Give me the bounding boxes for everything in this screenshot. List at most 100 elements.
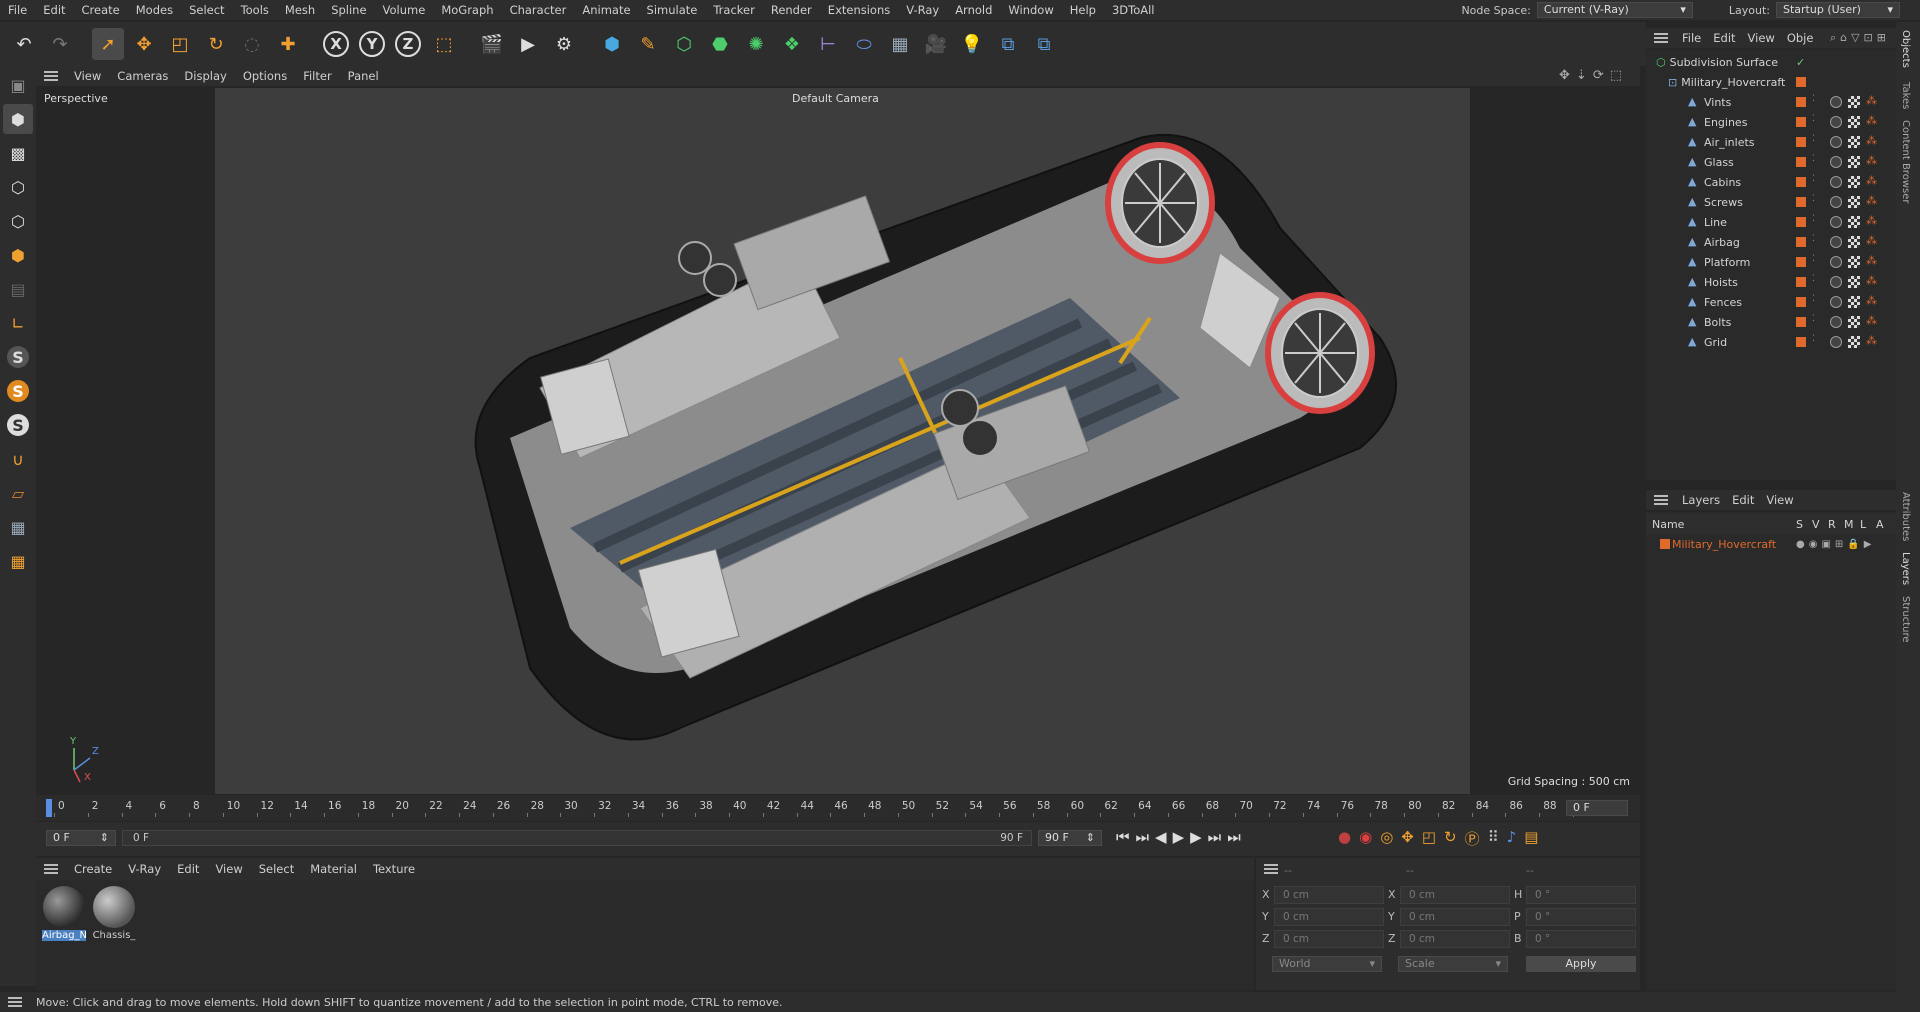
visibility-dots-icon[interactable]: ⁚ [1812,274,1815,284]
menu-vray[interactable]: V-Ray [898,0,947,20]
viewport-menu-display[interactable]: Display [176,69,234,83]
layer-menu-view[interactable]: View [1760,493,1799,507]
phong-tag-icon[interactable] [1830,116,1842,128]
layer-color-swatch[interactable] [1796,277,1806,287]
material-tag-icon[interactable]: ⁂ [1866,194,1877,207]
hovercraft-model[interactable] [420,108,1480,788]
render-view-icon[interactable]: 🎬 [476,28,508,60]
autokey-icon[interactable]: ◉ [1359,828,1372,849]
menu-volume[interactable]: Volume [375,0,434,20]
viewport-menu-filter[interactable]: Filter [295,69,339,83]
position-x-field[interactable]: 0 cm [1274,886,1384,904]
select-tool-icon[interactable]: ➚ [92,28,124,60]
key-pla-icon[interactable]: ⠿ [1488,828,1499,849]
viewport-menu-panel[interactable]: Panel [340,69,387,83]
menu-animate[interactable]: Animate [574,0,638,20]
layer-color-swatch[interactable] [1796,337,1806,347]
object-row-child[interactable]: ▲ Hoists ⁚ ⁂ [1646,272,1896,292]
menu-select[interactable]: Select [181,0,232,20]
menu-window[interactable]: Window [1000,0,1061,20]
material-menu-texture[interactable]: Texture [365,862,423,876]
uvw-tag-icon[interactable] [1848,136,1860,148]
material-tag-icon[interactable]: ⁂ [1866,294,1877,307]
deformer-icon[interactable]: ⊢ [812,28,844,60]
uvw-tag-icon[interactable] [1848,216,1860,228]
rotate-tool-icon[interactable]: ↻ [200,28,232,60]
menu-file[interactable]: File [0,0,35,20]
object-row-child[interactable]: ▲ Bolts ⁚ ⁂ [1646,312,1896,332]
side-tab-structure[interactable]: Structure [1900,596,1911,643]
uvw-tag-icon[interactable] [1848,276,1860,288]
side-tab-takes[interactable]: Takes [1900,82,1911,109]
snap-button-1[interactable]: S [3,342,33,372]
render-to-picture-viewer-icon[interactable]: ▶ [512,28,544,60]
phong-tag-icon[interactable] [1830,216,1842,228]
next-key-icon[interactable]: ⏭ [1208,828,1222,846]
material-menu-view[interactable]: View [207,862,250,876]
position-y-field[interactable]: 0 cm [1274,908,1384,926]
play-icon[interactable]: ▶ [1173,828,1185,846]
phong-tag-icon[interactable] [1830,296,1842,308]
enabled-check-icon[interactable]: ✓ [1796,56,1805,69]
add-tool-icon[interactable]: ✚ [272,28,304,60]
layer-color-swatch[interactable] [1796,77,1806,87]
layer-row-hovercraft[interactable]: Military_Hovercraft ●◉▣⊞🔒▶ [1646,534,1896,554]
floor-icon[interactable]: ▦ [884,28,916,60]
viewport-menu-cameras[interactable]: Cameras [109,69,176,83]
menu-mograph[interactable]: MoGraph [433,0,501,20]
hamburger-icon[interactable] [1654,495,1668,505]
key-parameter-icon[interactable]: Ⓟ [1465,828,1480,849]
object-row-child[interactable]: ▲ Platform ⁚ ⁂ [1646,252,1896,272]
position-z-field[interactable]: 0 cm [1274,930,1384,948]
range-slider[interactable]: 0 F 90 F [122,830,1032,846]
timeline-window-icon[interactable]: ▤ [1524,828,1538,849]
viewport-menu-view[interactable]: View [66,69,109,83]
object-row-child[interactable]: ▲ Line ⁚ ⁂ [1646,212,1896,232]
step-forward-icon[interactable]: ▶ [1190,828,1202,846]
edge-mode-icon[interactable]: ⬡ [3,206,33,236]
object-row-child[interactable]: ▲ Vints ⁚ ⁂ [1646,92,1896,112]
size-y-field[interactable]: 0 cm [1400,908,1510,926]
mograph-icon[interactable]: ❖ [776,28,808,60]
layer-menu-layers[interactable]: Layers [1676,493,1726,507]
viewport-nav-icons[interactable]: ✥⇣⟳⬚ [1559,68,1628,83]
material-menu-create[interactable]: Create [66,862,120,876]
visibility-dots-icon[interactable]: ⁚ [1812,254,1815,264]
material-airbag[interactable]: Airbag_N [42,886,86,941]
snap-button-2[interactable]: S [3,376,33,406]
phong-tag-icon[interactable] [1830,276,1842,288]
layer-color-swatch[interactable] [1796,237,1806,247]
visibility-dots-icon[interactable]: ⁚ [1812,334,1815,344]
object-row-child[interactable]: ▲ Glass ⁚ ⁂ [1646,152,1896,172]
material-menu-vray[interactable]: V-Ray [120,862,169,876]
axis-z-lock-button[interactable]: Z [392,28,424,60]
side-tab-layers[interactable]: Layers [1900,552,1911,585]
object-menu-file[interactable]: File [1676,31,1707,45]
object-row-child[interactable]: ▲ Air_inlets ⁚ ⁂ [1646,132,1896,152]
step-back-icon[interactable]: ◀ [1155,828,1167,846]
workplane-icon[interactable]: ▱ [3,478,33,508]
layout-dropdown[interactable]: Startup (User) ▾ [1776,2,1900,18]
material-tag-icon[interactable]: ⁂ [1866,134,1877,147]
menu-3dtoall[interactable]: 3DToAll [1104,0,1163,20]
lock-workplane-icon[interactable]: ▦ [3,546,33,576]
camera-label[interactable]: Default Camera [792,92,879,105]
texture-mode-icon[interactable]: ▩ [3,138,33,168]
keyframe-selection-icon[interactable]: ◎ [1380,828,1393,849]
go-to-start-icon[interactable]: ⏮ [1116,828,1130,846]
uvw-tag-icon[interactable] [1848,96,1860,108]
phong-tag-icon[interactable] [1830,96,1842,108]
rotation-h-field[interactable]: 0 ° [1526,886,1636,904]
grid-icon[interactable]: ▦ [3,512,33,542]
menu-render[interactable]: Render [763,0,820,20]
menu-spline[interactable]: Spline [323,0,374,20]
object-row-subdivision[interactable]: ⬡ Subdivision Surface ✓ [1646,52,1896,72]
undo-icon[interactable]: ↶ [8,28,40,60]
key-rotation-icon[interactable]: ↻ [1444,828,1457,849]
key-position-icon[interactable]: ✥ [1401,828,1414,849]
move-tool-icon[interactable]: ✥ [128,28,160,60]
pen-icon[interactable]: ✎ [632,28,664,60]
layer-color-swatch[interactable] [1796,297,1806,307]
visibility-dots-icon[interactable]: ⁚ [1812,94,1815,104]
menu-modes[interactable]: Modes [128,0,181,20]
